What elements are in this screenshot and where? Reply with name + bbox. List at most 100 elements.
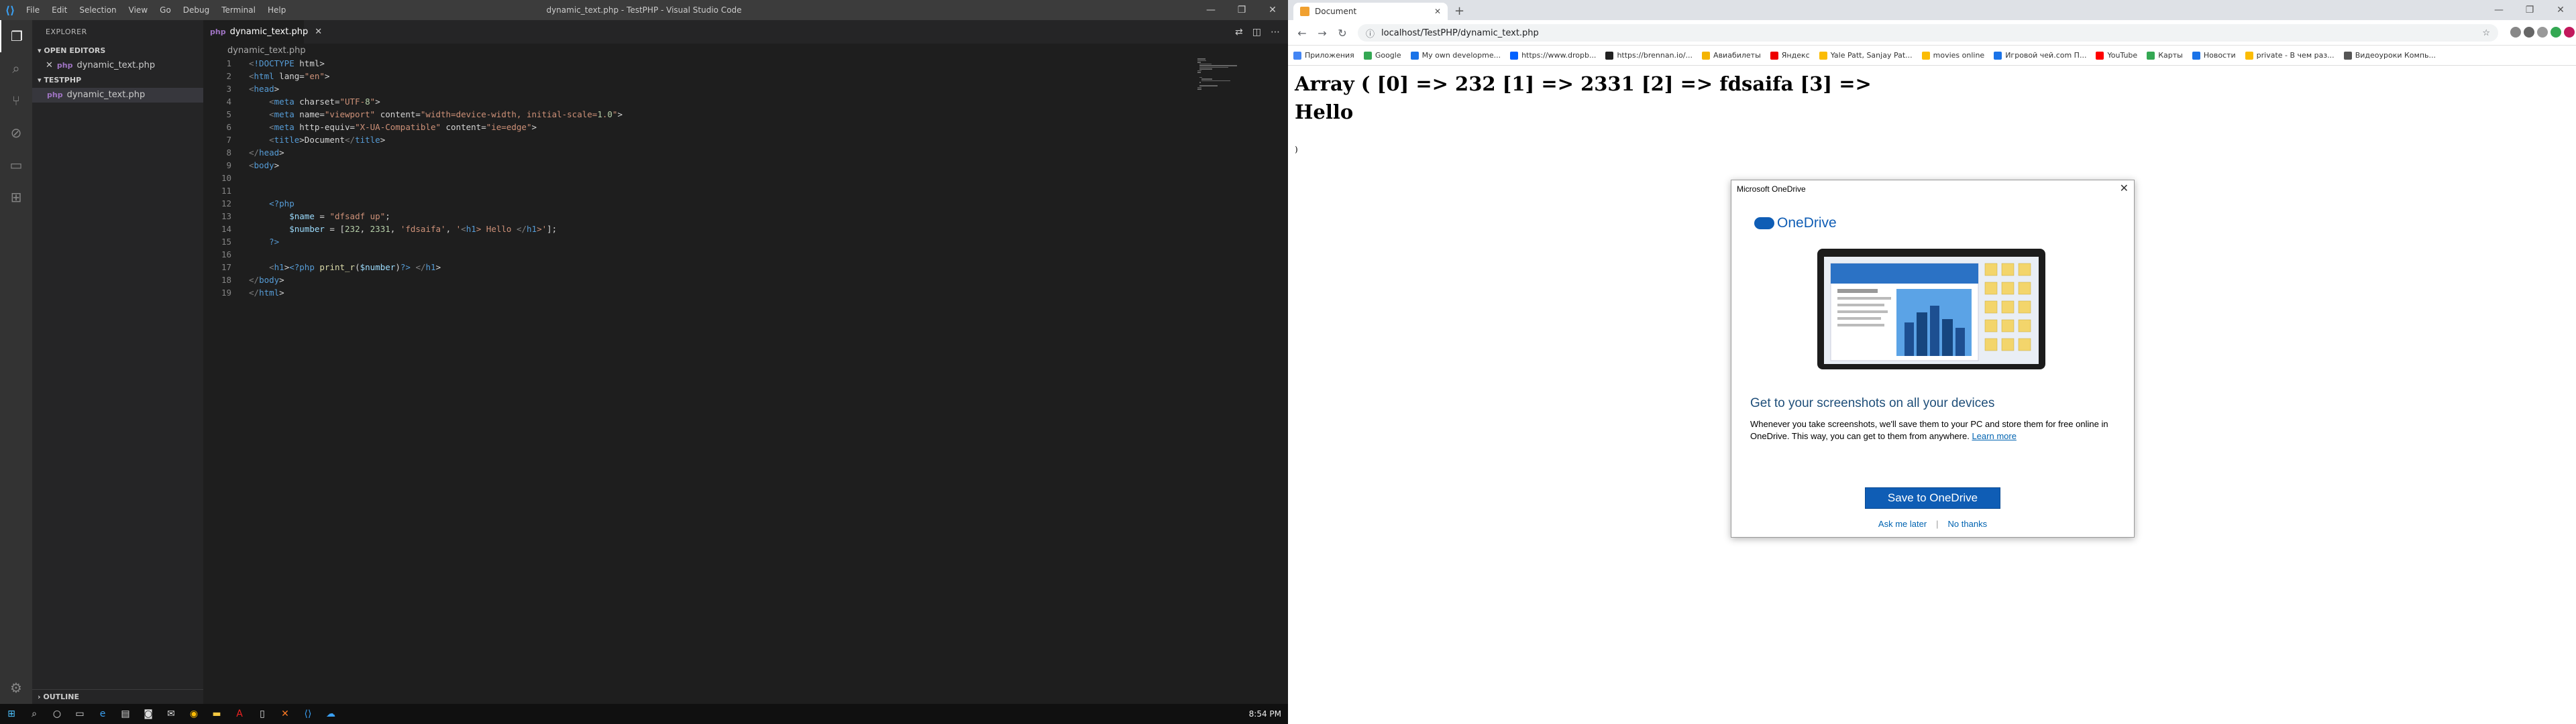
extensions-icon[interactable]: ⊞ [0, 181, 32, 213]
minimap-line [1199, 65, 1238, 66]
ask-me-later-link[interactable]: Ask me later [1878, 519, 1927, 529]
line-number: 17 [221, 262, 231, 272]
restore-icon[interactable]: ❐ [2514, 0, 2545, 20]
minimize-icon[interactable]: — [1195, 0, 1226, 20]
search-icon[interactable]: ⌕ [0, 52, 32, 84]
open-changes-icon[interactable]: ⇄ [1235, 27, 1243, 38]
menu-terminal[interactable]: Terminal [215, 0, 262, 20]
dialog-heading: Get to your screenshots on all your devi… [1750, 396, 1995, 410]
bookmark-icon [1410, 51, 1419, 60]
close-icon[interactable]: ✕ [2545, 0, 2576, 20]
bookmark-label: Авиабилеты [1713, 51, 1761, 60]
mail-icon[interactable]: ✉ [160, 704, 182, 724]
menu-help[interactable]: Help [262, 0, 292, 20]
close-icon[interactable]: ✕ [315, 27, 322, 37]
bookmark-item[interactable]: https://www.dropb... [1510, 51, 1596, 60]
minimize-icon[interactable]: — [2483, 0, 2514, 20]
bookmark-item[interactable]: https://brennan.io/... [1605, 51, 1693, 60]
learn-more-link[interactable]: Learn more [1972, 431, 2016, 441]
forward-icon[interactable]: → [1312, 20, 1332, 46]
more-actions-icon[interactable]: ⋯ [1271, 27, 1280, 38]
menu-file[interactable]: File [20, 0, 46, 20]
bookmark-item[interactable]: Yale Patt, Sanjay Pat... [1819, 51, 1913, 60]
no-thanks-link[interactable]: No thanks [1948, 519, 1988, 529]
info-icon[interactable]: ⓘ [1366, 27, 1375, 40]
restore-icon[interactable]: ❐ [1226, 0, 1257, 20]
bookmark-item[interactable]: Авиабилеты [1702, 51, 1761, 60]
store-icon[interactable]: ▤ [114, 704, 137, 724]
remote-explorer-icon[interactable]: ▭ [0, 149, 32, 181]
windows-start-icon[interactable]: ⊞ [0, 704, 23, 724]
edge-icon[interactable]: e [91, 704, 114, 724]
debug-icon[interactable]: ⊘ [0, 117, 32, 149]
bookmark-item[interactable]: YouTube [2096, 51, 2137, 60]
bookmark-item[interactable]: private - В чем раз... [2245, 51, 2334, 60]
minimap-line [1197, 88, 1201, 90]
bookmark-item[interactable]: Яндекс [1770, 51, 1810, 60]
project-file-item[interactable]: php dynamic_text.php [32, 88, 203, 103]
menu-selection[interactable]: Selection [73, 0, 122, 20]
close-icon[interactable]: ✕ [1434, 7, 1441, 16]
task-view-icon[interactable]: ▭ [68, 704, 91, 724]
onedrive-taskbar-icon[interactable]: ☁ [319, 704, 342, 724]
editor-tab[interactable]: php dynamic_text.php ✕ [203, 20, 322, 44]
extension-icon[interactable] [2510, 27, 2521, 38]
search-icon[interactable]: ⌕ [23, 704, 46, 724]
editor-scrollbar[interactable] [1280, 58, 1288, 702]
code-editor[interactable]: 1 <!DOCTYPE html> 2 <html lang="en"> 3 <head>… [203, 58, 1196, 702]
bookmark-icon [1510, 51, 1519, 60]
acrobat-icon[interactable]: A [228, 704, 251, 724]
bookmark-star-icon[interactable]: ☆ [2482, 28, 2490, 38]
menu-view[interactable]: View [123, 0, 154, 20]
minimap[interactable] [1197, 58, 1278, 99]
bookmark-item[interactable]: Игровой чей.com П... [1994, 51, 2086, 60]
bookmark-icon [2343, 51, 2352, 60]
vscode-taskbar-icon[interactable]: ⟨⟩ [297, 704, 319, 724]
close-icon[interactable]: ✕ [2120, 182, 2129, 195]
settings-gear-icon[interactable]: ⚙ [0, 672, 32, 704]
clock[interactable]: 8:54 PM [1249, 704, 1281, 724]
notepad-icon[interactable]: ▯ [251, 704, 274, 724]
extension-icon[interactable] [2537, 27, 2548, 38]
profile-avatar[interactable] [2564, 27, 2575, 38]
menu-edit[interactable]: Edit [46, 0, 73, 20]
explorer-icon[interactable]: ❐ [0, 20, 32, 52]
line-number: 19 [221, 288, 231, 298]
new-tab-icon[interactable]: + [1454, 4, 1464, 18]
browser-tab[interactable]: Document ✕ [1293, 3, 1448, 20]
source-control-icon[interactable]: ⑂ [0, 84, 32, 117]
favicon-icon [1300, 7, 1309, 16]
close-icon[interactable]: ✕ [1257, 0, 1288, 20]
chrome-icon[interactable]: ◉ [182, 704, 205, 724]
open-editors-section[interactable]: ▾ OPEN EDITORS [32, 44, 203, 58]
breadcrumb[interactable]: dynamic_text.php [203, 44, 306, 58]
save-to-onedrive-button[interactable]: Save to OneDrive [1865, 487, 2000, 509]
bookmark-item[interactable]: Видеоуроки Компь... [2343, 51, 2436, 60]
reload-icon[interactable]: ↻ [1332, 20, 1352, 46]
bookmark-item[interactable]: Приложения [1293, 51, 1354, 60]
bookmark-item[interactable]: Новости [2192, 51, 2236, 60]
menu-debug[interactable]: Debug [177, 0, 215, 20]
code-line: $name = "dfsadf up"; [289, 211, 390, 221]
bookmark-icon [1605, 51, 1614, 60]
open-editor-item[interactable]: ✕ php dynamic_text.php [32, 58, 203, 73]
menu-go[interactable]: Go [154, 0, 177, 20]
bookmark-item[interactable]: Карты [2147, 51, 2183, 60]
address-bar[interactable]: ⓘ localhost/TestPHP/dynamic_text.php ☆ [1358, 24, 2498, 42]
extension-icon[interactable] [2551, 27, 2561, 38]
dialog-body: Whenever you take screenshots, we'll sav… [1750, 419, 2108, 441]
camera-icon[interactable]: ◙ [137, 704, 160, 724]
close-icon[interactable]: ✕ [46, 58, 53, 73]
cortana-icon[interactable]: ○ [46, 704, 68, 724]
outline-section[interactable]: › OUTLINE [32, 689, 203, 704]
extension-icon[interactable] [2524, 27, 2534, 38]
bookmark-item[interactable]: My own developme... [1410, 51, 1501, 60]
back-icon[interactable]: ← [1292, 20, 1312, 46]
xampp-icon[interactable]: ✕ [274, 704, 297, 724]
split-editor-icon[interactable]: ◫ [1252, 27, 1261, 38]
project-section[interactable]: ▾ TESTPHP [32, 73, 203, 88]
bookmark-item[interactable]: movies online [1921, 51, 1984, 60]
folder-icon[interactable]: ▬ [205, 704, 228, 724]
bookmark-icon [1363, 51, 1372, 60]
bookmark-item[interactable]: Google [1363, 51, 1401, 60]
